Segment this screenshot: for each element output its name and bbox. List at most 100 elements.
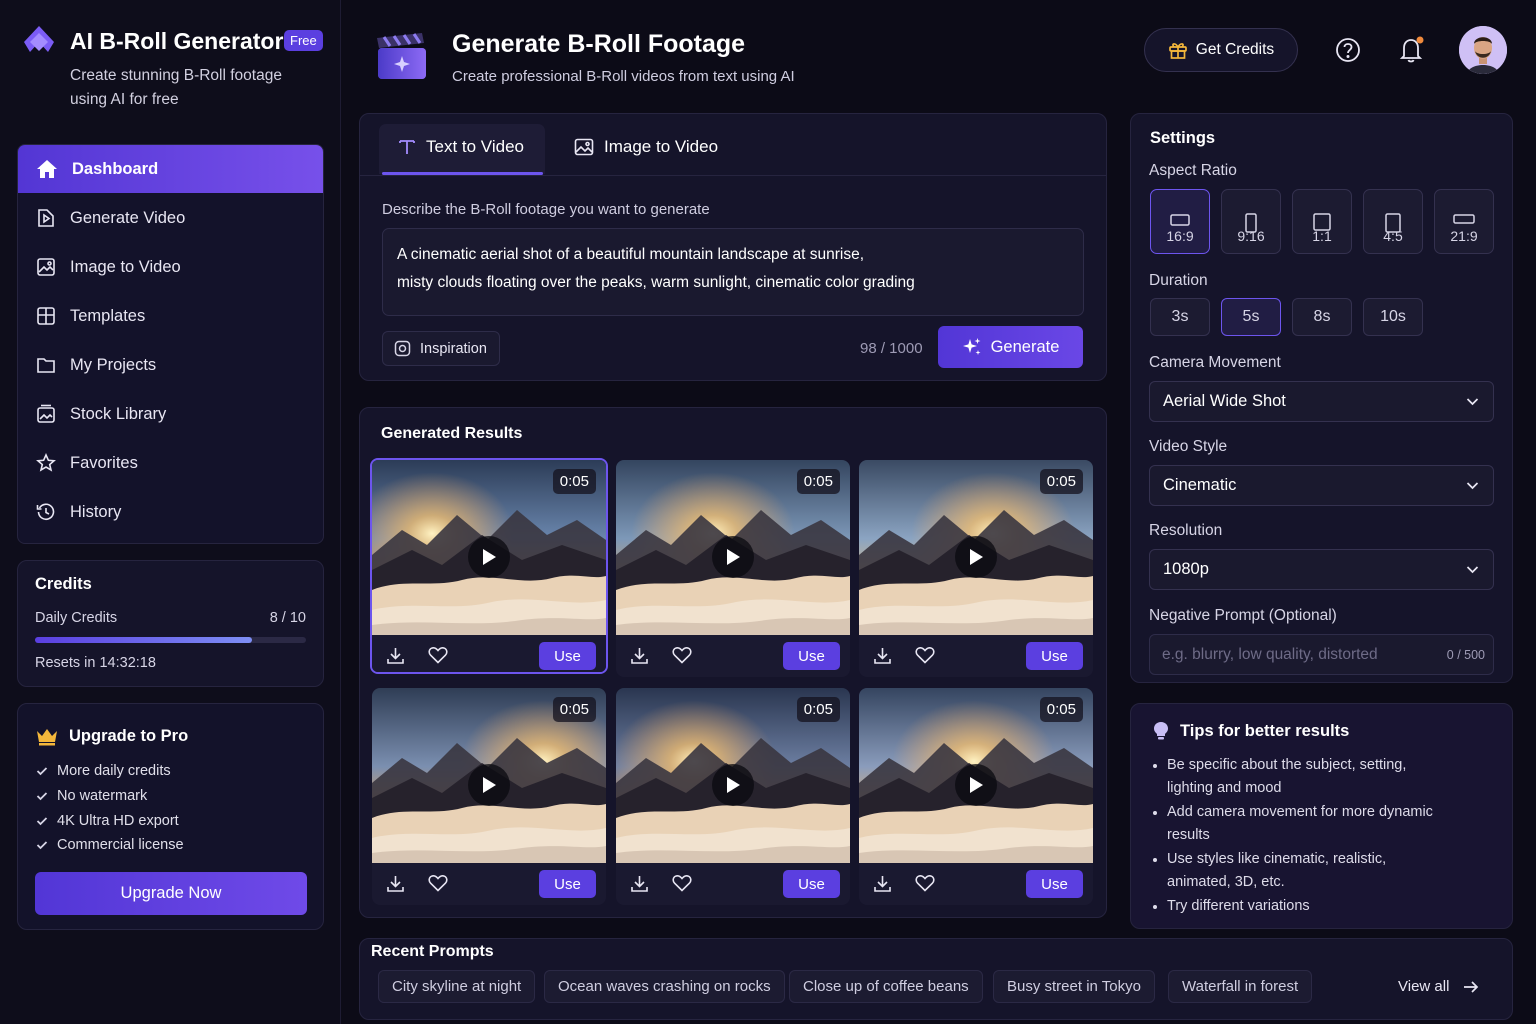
use-button[interactable]: Use: [783, 642, 840, 670]
upgrade-title: Upgrade to Pro: [69, 726, 189, 745]
notification-bell-icon[interactable]: [1398, 35, 1426, 65]
lightbulb-icon: [1153, 721, 1169, 741]
use-button[interactable]: Use: [539, 642, 596, 670]
check-icon: [36, 791, 57, 801]
generate-label: Generate: [990, 337, 1060, 356]
get-credits-button[interactable]: Get Credits: [1144, 28, 1298, 72]
result-actions-bar: Use: [859, 635, 1093, 677]
play-button[interactable]: [955, 536, 997, 578]
heart-icon[interactable]: [672, 874, 692, 892]
use-button[interactable]: Use: [1026, 642, 1083, 670]
aspect-ratio-option[interactable]: 4:5: [1363, 189, 1423, 254]
result-card[interactable]: 0:05 Use: [372, 688, 606, 905]
play-icon: [725, 776, 741, 794]
sidebar-item-generate-video[interactable]: Generate Video: [18, 194, 323, 242]
recent-prompt-chip[interactable]: Busy street in Tokyo: [993, 970, 1155, 1003]
heart-icon[interactable]: [672, 646, 692, 664]
recent-prompt-chip[interactable]: Waterfall in forest: [1168, 970, 1313, 1003]
clapperboard-icon: [374, 32, 430, 82]
recent-prompt-chip[interactable]: City skyline at night: [378, 970, 536, 1003]
recent-prompt-chip[interactable]: Ocean waves crashing on rocks: [544, 970, 785, 1003]
aspect-ratio-option[interactable]: 9:16: [1221, 189, 1281, 254]
download-icon[interactable]: [873, 874, 892, 893]
credits-progress-track: [35, 637, 306, 643]
use-button[interactable]: Use: [1026, 870, 1083, 898]
heart-icon[interactable]: [428, 646, 448, 664]
sidebar-item-label: Dashboard: [72, 159, 159, 178]
view-all-link[interactable]: View all: [1398, 978, 1479, 995]
duration-option[interactable]: 5s: [1221, 298, 1281, 336]
play-icon: [725, 548, 741, 566]
aspect-ratio-option[interactable]: 1:1: [1292, 189, 1352, 254]
image-icon: [574, 138, 604, 156]
play-button[interactable]: [712, 764, 754, 806]
result-card[interactable]: 0:05 Use: [859, 460, 1093, 677]
play-button[interactable]: [468, 536, 510, 578]
crown-icon: [35, 726, 59, 746]
duration-option[interactable]: 10s: [1363, 298, 1423, 336]
negative-prompt-placeholder: e.g. blurry, low quality, distorted: [1162, 646, 1378, 663]
prompt-panel: Text to Video Image to Video Describe th…: [359, 113, 1107, 381]
help-icon[interactable]: [1335, 37, 1361, 63]
pro-feature-item: 4K Ultra HD export: [36, 808, 184, 833]
video-style-label: Video Style: [1149, 438, 1228, 455]
aspect-ratio-option[interactable]: 16:9: [1150, 189, 1210, 254]
tip-item: Add camera movement for more dynamic res…: [1151, 801, 1451, 847]
inspiration-button[interactable]: Inspiration: [382, 331, 500, 366]
sidebar-item-label: History: [70, 502, 122, 521]
duration-option[interactable]: 8s: [1292, 298, 1352, 336]
camera-movement-value: Aerial Wide Shot: [1163, 392, 1286, 410]
use-button[interactable]: Use: [539, 870, 596, 898]
negative-prompt-label: Negative Prompt (Optional): [1149, 607, 1337, 624]
resolution-select[interactable]: 1080p: [1149, 549, 1494, 590]
sidebar-item-label: Templates: [70, 306, 146, 325]
page-subtitle: Create professional B-Roll videos from t…: [452, 68, 795, 85]
aspect-ratio-option[interactable]: 21:9: [1434, 189, 1494, 254]
result-card[interactable]: 0:05 Use: [616, 460, 850, 677]
sidebar-item-favorites[interactable]: Favorites: [18, 439, 323, 487]
result-card[interactable]: 0:05 Use: [859, 688, 1093, 905]
tip-item: Be specific about the subject, setting, …: [1151, 754, 1451, 800]
result-card[interactable]: 0:05 Use: [616, 688, 850, 905]
download-icon[interactable]: [386, 646, 405, 665]
sidebar-item-stock-library[interactable]: Stock Library: [18, 390, 323, 438]
download-icon[interactable]: [386, 874, 405, 893]
use-button[interactable]: Use: [783, 870, 840, 898]
play-button[interactable]: [468, 764, 510, 806]
result-card[interactable]: 0:05 Use: [370, 458, 608, 674]
generate-button[interactable]: Generate: [938, 326, 1083, 368]
sidebar-item-my-projects[interactable]: My Projects: [18, 341, 323, 389]
tab-image-to-video[interactable]: Image to Video: [574, 122, 718, 172]
download-icon[interactable]: [630, 874, 649, 893]
upgrade-now-button[interactable]: Upgrade Now: [35, 872, 307, 915]
camera-movement-select[interactable]: Aerial Wide Shot: [1149, 381, 1494, 422]
heart-icon[interactable]: [915, 646, 935, 664]
video-icon: [36, 208, 70, 228]
heart-icon[interactable]: [428, 874, 448, 892]
play-button[interactable]: [955, 764, 997, 806]
user-avatar[interactable]: [1459, 26, 1507, 74]
download-icon[interactable]: [630, 646, 649, 665]
negative-prompt-input[interactable]: e.g. blurry, low quality, distorted 0 / …: [1149, 634, 1494, 675]
prompt-textarea[interactable]: A cinematic aerial shot of a beautiful m…: [382, 228, 1084, 316]
sidebar-item-dashboard[interactable]: Dashboard: [18, 145, 323, 193]
prompt-label: Describe the B-Roll footage you want to …: [382, 201, 710, 218]
prompt-text-line-2: misty clouds floating over the peaks, wa…: [397, 274, 915, 291]
duration-badge: 0:05: [1039, 469, 1083, 494]
negative-prompt-counter: 0 / 500: [1446, 648, 1485, 662]
history-icon: [36, 502, 70, 522]
tab-text-to-video[interactable]: Text to Video: [398, 122, 524, 172]
settings-title: Settings: [1150, 129, 1216, 147]
duration-option[interactable]: 3s: [1150, 298, 1210, 336]
pro-feature-item: No watermark: [36, 784, 184, 809]
sidebar-item-templates[interactable]: Templates: [18, 292, 323, 340]
sidebar-item-history[interactable]: History: [18, 488, 323, 536]
video-style-select[interactable]: Cinematic: [1149, 465, 1494, 506]
play-button[interactable]: [712, 536, 754, 578]
heart-icon[interactable]: [915, 874, 935, 892]
recent-prompt-chip[interactable]: Close up of coffee beans: [789, 970, 983, 1003]
download-icon[interactable]: [873, 646, 892, 665]
page-title: Generate B-Roll Footage: [452, 30, 746, 58]
sidebar-item-image-to-video[interactable]: Image to Video: [18, 243, 323, 291]
upgrade-card: Upgrade to Pro More daily credits No wate…: [17, 703, 324, 930]
